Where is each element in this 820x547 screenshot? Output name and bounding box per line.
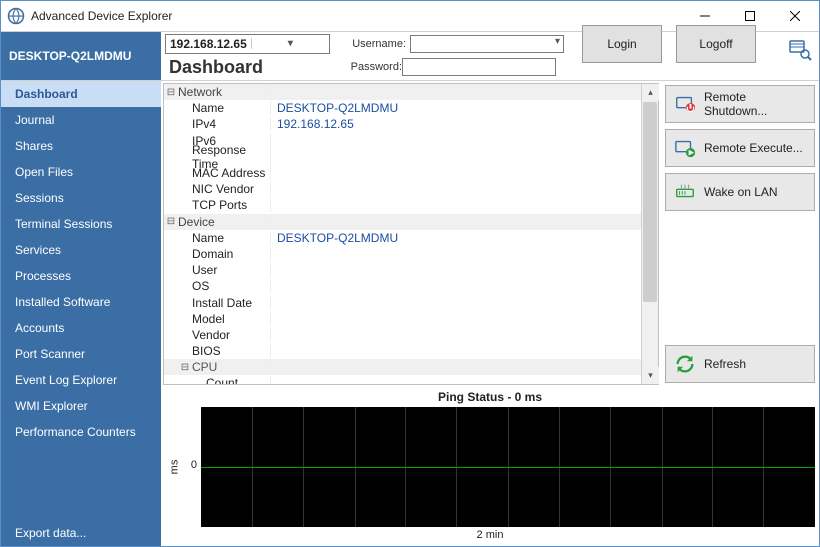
collapse-icon[interactable]: ⊟ [164,216,178,227]
prop-value: DESKTOP-Q2LMDMU [271,101,641,115]
window-title: Advanced Device Explorer [31,9,682,23]
wol-icon [674,181,696,203]
prop-label: Count [178,376,271,384]
sidebar: Dashboard Journal Shares Open Files Sess… [1,81,161,546]
sidebar-item-open-files[interactable]: Open Files [1,159,161,185]
chart-title: Ping Status - 0 ms [165,387,815,407]
chart-plot [201,407,815,527]
prop-label: Domain [178,247,271,261]
collapse-icon[interactable]: ⊟ [164,87,178,98]
sidebar-item-shares[interactable]: Shares [1,133,161,159]
chevron-down-icon[interactable]: ▾ [251,38,329,49]
prop-label: Name [178,101,271,115]
window-close-button[interactable] [772,2,817,30]
password-field[interactable] [402,58,556,76]
prop-label: Name [178,231,271,245]
sidebar-item-accounts[interactable]: Accounts [1,315,161,341]
scrollbar[interactable]: ▴ ▾ [641,84,658,384]
host-ip-combo[interactable]: 192.168.12.65 ▾ [165,34,330,54]
chart-ytick: 0 [183,407,201,527]
prop-label: TCP Ports [178,198,271,212]
sidebar-item-journal[interactable]: Journal [1,107,161,133]
host-ip-value: 192.168.12.65 [166,37,251,51]
chevron-down-icon[interactable]: ▾ [555,36,560,47]
hostname-cell: DESKTOP-Q2LMDMU [1,32,161,80]
remote-shutdown-button[interactable]: Remote Shutdown... [665,85,815,123]
sidebar-item-wmi-explorer[interactable]: WMI Explorer [1,393,161,419]
page-title: Dashboard [165,57,334,78]
scroll-thumb[interactable] [643,102,657,302]
sidebar-item-processes[interactable]: Processes [1,263,161,289]
wake-on-lan-button[interactable]: Wake on LAN [665,173,815,211]
refresh-icon [674,353,696,375]
chart-ylabel: ms [165,407,183,527]
shutdown-icon [674,93,696,115]
action-panel: Remote Shutdown... Remote Execute... Wak… [661,81,819,387]
prop-label: Vendor [178,328,271,342]
sidebar-item-installed-software[interactable]: Installed Software [1,289,161,315]
execute-icon [674,137,696,159]
scroll-up-icon[interactable]: ▴ [642,84,659,101]
username-field[interactable] [410,35,564,53]
chart-xlabel: 2 min [165,527,815,541]
toolbar: DESKTOP-Q2LMDMU 192.168.12.65 ▾ Username… [1,31,819,81]
prop-label: User [178,263,271,277]
sidebar-item-services[interactable]: Services [1,237,161,263]
chart-series-line [201,467,815,468]
prop-label: BIOS [178,344,271,358]
scroll-down-icon[interactable]: ▾ [642,367,659,384]
collapse-icon[interactable]: ⊟ [178,362,192,373]
username-label: Username: [348,38,406,50]
prop-label: Model [178,312,271,326]
hostname-text: DESKTOP-Q2LMDMU [9,49,131,63]
prop-value: 192.168.12.65 [271,117,641,131]
sidebar-item-event-log-explorer[interactable]: Event Log Explorer [1,367,161,393]
sidebar-item-sessions[interactable]: Sessions [1,185,161,211]
prop-label: OS [178,279,271,293]
prop-label: NIC Vendor [178,182,271,196]
prop-label: MAC Address [178,166,271,180]
prop-value: DESKTOP-Q2LMDMU [271,231,641,245]
refresh-button[interactable]: Refresh [665,345,815,383]
prop-label: Install Date [178,296,271,310]
sidebar-item-export-data[interactable]: Export data... [1,520,161,546]
sidebar-item-terminal-sessions[interactable]: Terminal Sessions [1,211,161,237]
property-grid: ⊟Network NameDESKTOP-Q2LMDMU IPv4192.168… [163,83,659,385]
sidebar-item-dashboard[interactable]: Dashboard [1,81,161,107]
remote-execute-button[interactable]: Remote Execute... [665,129,815,167]
sidebar-item-port-scanner[interactable]: Port Scanner [1,341,161,367]
sidebar-item-performance-counters[interactable]: Performance Counters [1,419,161,445]
ping-chart: Ping Status - 0 ms ms 0 [165,387,815,542]
prop-label: IPv4 [178,117,271,131]
app-icon [7,7,25,25]
password-label: Password: [344,61,402,73]
